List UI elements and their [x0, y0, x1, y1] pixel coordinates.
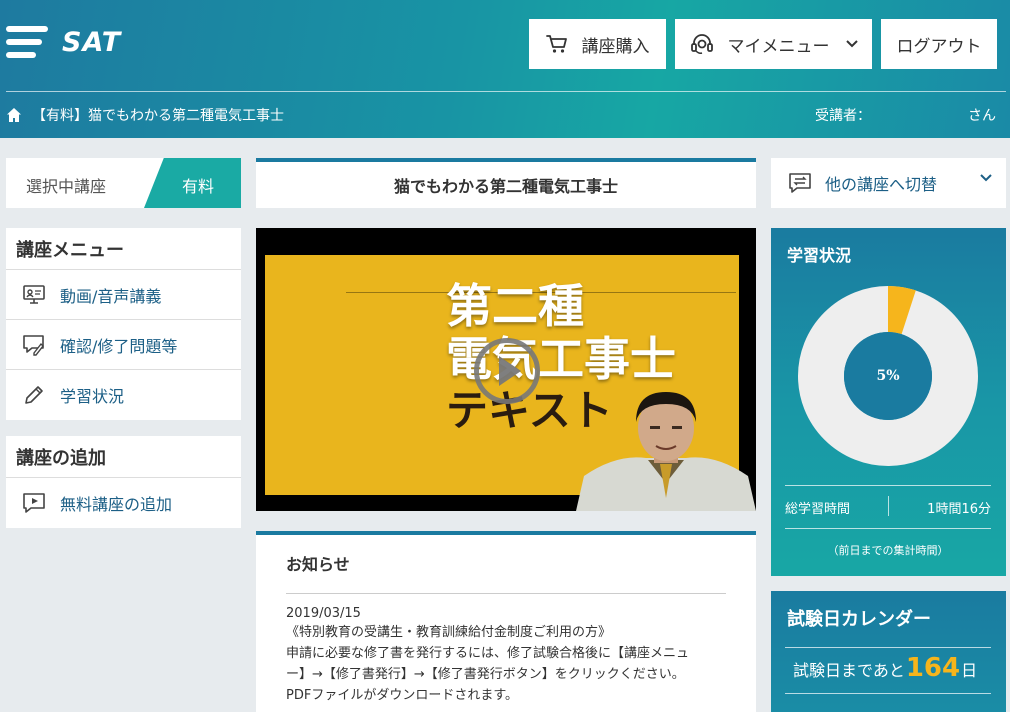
learner-suffix: さん: [968, 108, 996, 124]
video-title-line1: 第二種: [446, 279, 584, 333]
divider: [785, 528, 991, 529]
chevron-down-icon: [845, 40, 858, 48]
selected-course-box: 選択中講座 有料: [6, 158, 241, 208]
buy-course-button[interactable]: 講座購入: [529, 19, 666, 69]
news-date: 2019/03/15: [286, 606, 361, 621]
my-menu-button[interactable]: マイメニュー: [675, 19, 872, 69]
breadcrumb-course: 【有料】猫でもわかる第二種電気工事士: [32, 108, 284, 124]
breadcrumb: 【有料】猫でもわかる第二種電気工事士: [6, 105, 284, 125]
quiz-icon: [20, 333, 48, 357]
news-title: お知らせ: [286, 551, 726, 594]
progress-label: 5%: [876, 368, 900, 384]
news-line: 申請に必要な修了書を発行するには、修了試験合格後に【講座メニュ: [286, 646, 690, 661]
menu-item-study-status[interactable]: 学習状況: [6, 370, 241, 420]
header-divider: [6, 91, 1006, 92]
total-study-label: 総学習時間: [785, 502, 851, 517]
add-course-panel: 講座の追加 無料講座の追加: [6, 436, 241, 528]
divider: [785, 485, 991, 486]
news-body: 《特別教育の受講生・教育訓練給付金制度ご利用の方》 申請に必要な修了書を発行する…: [286, 622, 726, 706]
menu-item-label: 学習状況: [60, 387, 125, 406]
learner-label: 受講者：: [815, 108, 871, 124]
menu-item-video-lecture[interactable]: 動画/音声講義: [6, 270, 241, 320]
menu-item-label: 無料講座の追加: [60, 495, 173, 514]
news-panel: お知らせ 2019/03/15 《特別教育の受講生・教育訓練給付金制度ご利用の方…: [256, 531, 756, 712]
days-prefix: 試験日まであと: [793, 661, 905, 680]
days-number: 164: [905, 653, 961, 683]
buy-course-label: 講座購入: [581, 36, 650, 57]
video-player[interactable]: 第二種 電気工事士 テキスト: [256, 228, 756, 511]
add-course-title: 講座の追加: [6, 436, 241, 478]
pencil-icon: [20, 383, 48, 407]
my-menu-label: マイメニュー: [727, 36, 830, 57]
cart-icon: [545, 34, 568, 54]
logo-mark-icon: [6, 24, 48, 60]
divider: [888, 496, 889, 516]
news-line: ー】→【修了書発行】→【修了書発行ボタン】をクリックください。: [286, 667, 685, 682]
learner-info: 受講者： さん: [815, 105, 996, 125]
exam-calendar-title: 試験日カレンダー: [787, 609, 931, 630]
menu-item-label: 動画/音声講義: [60, 286, 162, 306]
switch-course-label: 他の講座へ切替: [825, 175, 938, 194]
header: SAT 講座購入 マイメニュー ログアウト 【有料】猫でもわかる第二種電気工事士…: [0, 0, 1010, 138]
total-study-value: 1時間16分: [927, 502, 991, 517]
course-title: 猫でもわかる第二種電気工事士: [256, 158, 756, 208]
news-line: 《特別教育の受講生・教育訓練給付金制度ご利用の方》: [286, 625, 612, 640]
menu-item-label: 確認/修了問題等: [60, 336, 178, 356]
play-icon[interactable]: [474, 338, 540, 404]
course-menu-title: 講座メニュー: [6, 228, 241, 270]
exam-calendar-panel: 試験日カレンダー 試験日まであと 164 日: [771, 591, 1006, 712]
course-type-tag: 有料: [144, 158, 241, 208]
divider: [785, 647, 991, 648]
days-until-exam: 試験日まであと 164 日: [793, 653, 977, 683]
course-menu-panel: 講座メニュー 動画/音声講義 確認/修了問題等 学習状況: [6, 228, 241, 420]
selected-course-label: 選択中講座: [26, 177, 107, 196]
logo[interactable]: SAT: [6, 24, 121, 60]
switch-course-button[interactable]: 他の講座へ切替: [771, 158, 1006, 208]
video-lecture-icon: [20, 283, 48, 307]
study-status-panel: 学習状況 5% 総学習時間 1時間16分 （前日までの集計時間）: [771, 228, 1006, 576]
instructor-image: [576, 392, 756, 511]
chevron-down-icon: [980, 174, 992, 182]
play-chat-icon: [20, 491, 48, 515]
logout-button[interactable]: ログアウト: [881, 19, 997, 69]
study-status-title: 学習状況: [787, 246, 852, 265]
study-note: （前日までの集計時間）: [827, 544, 949, 557]
days-suffix: 日: [961, 661, 978, 680]
logout-label: ログアウト: [896, 36, 982, 57]
menu-item-quiz[interactable]: 確認/修了問題等: [6, 320, 241, 370]
news-line: PDFファイルがダウンロードされます。: [286, 688, 519, 703]
total-study-time: 総学習時間 1時間16分: [785, 496, 991, 517]
course-type-label: 有料: [182, 177, 215, 196]
home-icon[interactable]: [6, 107, 22, 123]
logo-text: SAT: [62, 26, 122, 58]
divider: [785, 693, 991, 694]
switch-chat-icon: [787, 171, 813, 195]
menu-item-add-free-course[interactable]: 無料講座の追加: [6, 478, 241, 528]
headset-icon: [690, 33, 714, 55]
